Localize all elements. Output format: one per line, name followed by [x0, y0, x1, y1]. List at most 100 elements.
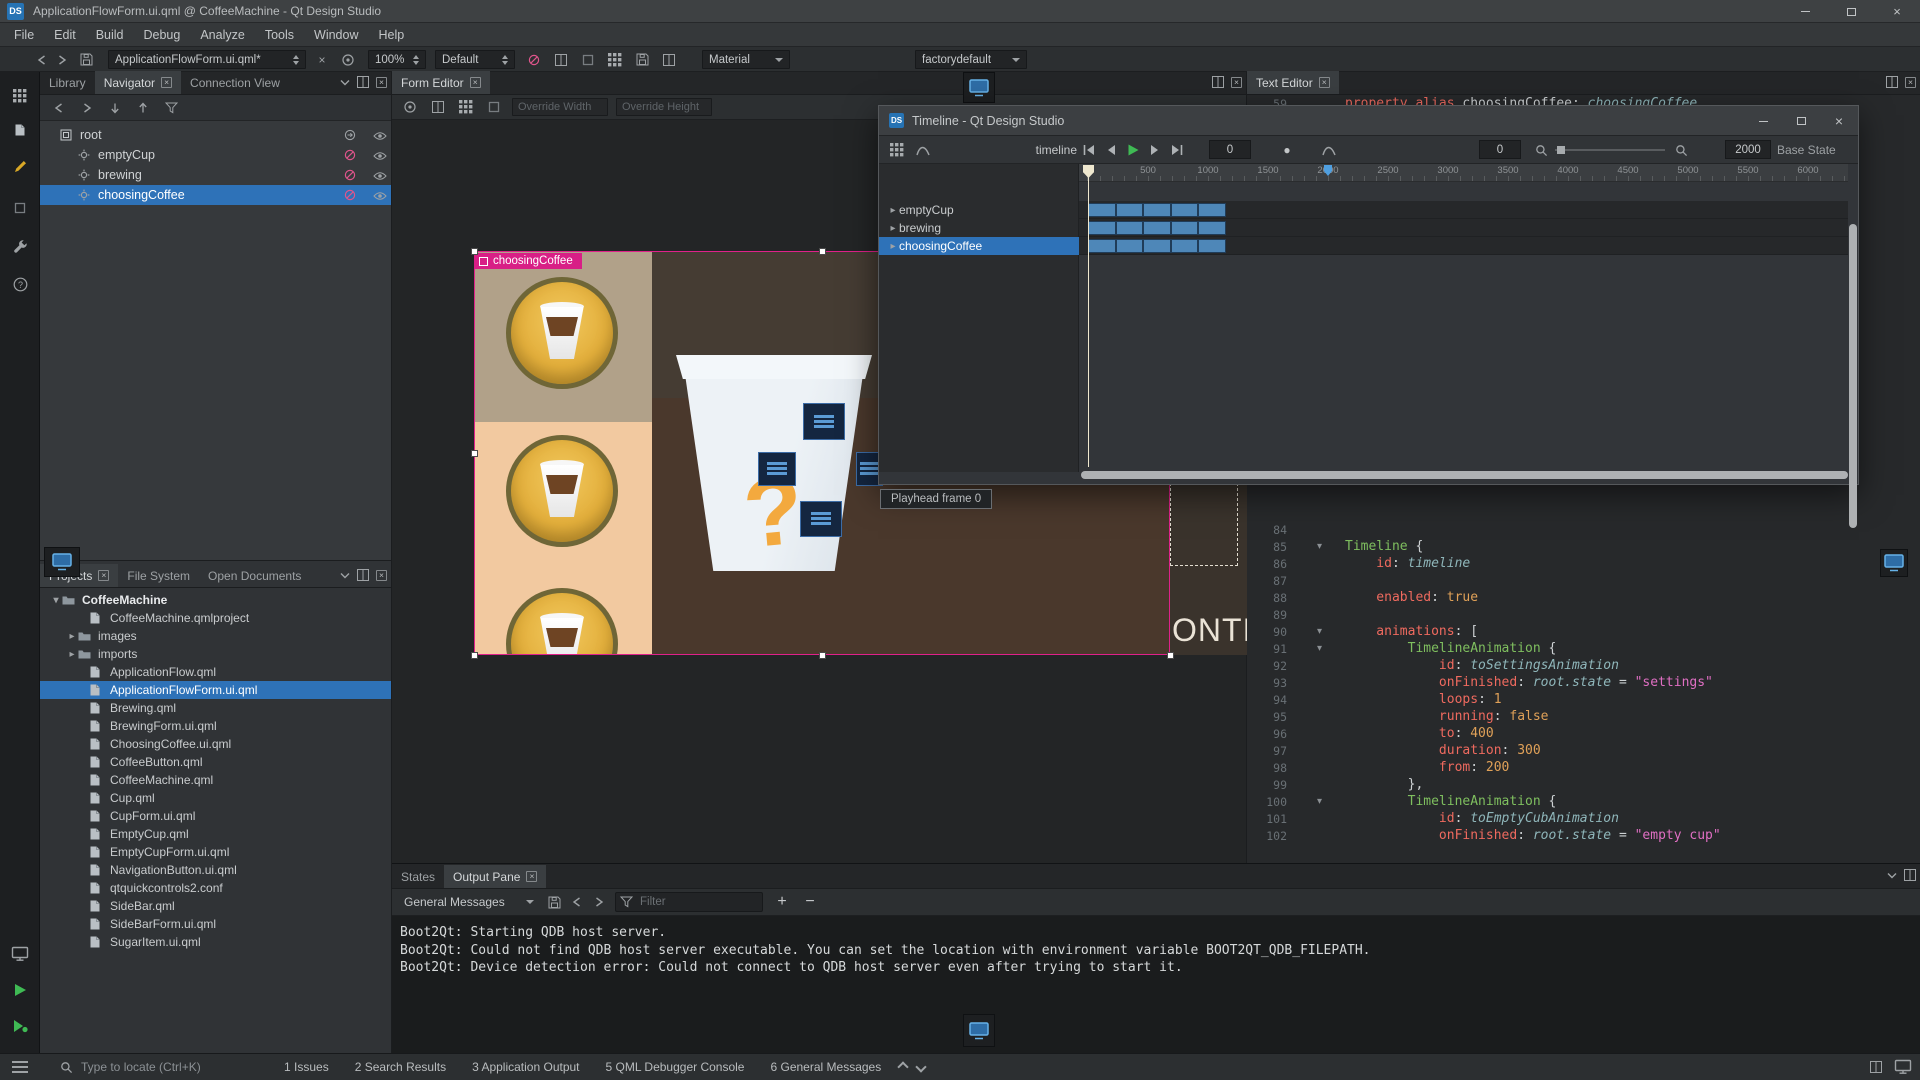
dock-indicator-bottom[interactable] — [963, 1014, 995, 1047]
eye-icon[interactable] — [373, 150, 387, 164]
zoom-in-icon[interactable] — [1671, 140, 1691, 160]
project-item-images[interactable]: ▸images — [40, 627, 391, 645]
chevron-right-icon[interactable]: ▸ — [887, 223, 899, 234]
menu-debug[interactable]: Debug — [134, 23, 191, 47]
close-button[interactable]: × — [1874, 0, 1920, 23]
tab-left-library[interactable]: Library — [40, 71, 95, 94]
status-button-3-application-output[interactable]: 3 Application Output — [472, 1060, 579, 1074]
skip-to-end-button[interactable] — [1167, 140, 1187, 160]
coffee-item-circle[interactable] — [506, 277, 618, 389]
run-button[interactable] — [0, 974, 40, 1006]
zoom-in-button[interactable]: + — [773, 893, 791, 911]
kit-selector-button[interactable] — [44, 547, 80, 577]
status-button-1-issues[interactable]: 1 Issues — [284, 1060, 329, 1074]
split-pane-icon[interactable] — [1212, 76, 1224, 88]
previous-frame-button[interactable] — [1101, 140, 1121, 160]
spinner-icon[interactable] — [293, 55, 299, 65]
keyframe-cell[interactable] — [1198, 221, 1226, 235]
maximize-pane-icon[interactable] — [1904, 869, 1916, 881]
project-item-emptycup-qml[interactable]: EmptyCup.qml — [40, 825, 391, 843]
dock-indicator-right[interactable] — [1880, 549, 1908, 577]
keyframe-cell[interactable] — [1171, 203, 1199, 217]
current-frame-field[interactable]: 0 — [1209, 140, 1251, 159]
filter-icon[interactable] — [162, 99, 180, 117]
tab-center-form-editor[interactable]: Form Editor× — [392, 71, 490, 94]
selection-handle[interactable] — [819, 652, 826, 659]
keyframe-cell[interactable] — [1088, 203, 1116, 217]
close-pane-icon[interactable]: × — [376, 77, 387, 88]
menu-tools[interactable]: Tools — [255, 23, 304, 47]
tab-projects-open-documents[interactable]: Open Documents — [199, 564, 310, 587]
debug-run-button[interactable] — [0, 1010, 40, 1042]
mode-design-icon[interactable] — [0, 114, 40, 146]
project-item-coffeemachine[interactable]: ▾CoffeeMachine — [40, 591, 391, 609]
style-selector[interactable]: Default — [435, 50, 515, 69]
menu-file[interactable]: File — [4, 23, 44, 47]
animation-curves-icon[interactable] — [913, 140, 933, 160]
move-down-icon[interactable] — [106, 99, 124, 117]
home-button[interactable] — [76, 50, 96, 69]
document-selector[interactable]: ApplicationFlowForm.ui.qml* — [108, 50, 306, 69]
navigator-item-choosingcoffee[interactable]: choosingCoffee — [40, 185, 391, 205]
close-tab-icon[interactable]: × — [98, 570, 109, 581]
snap-tool-button[interactable] — [456, 98, 476, 117]
chevron-down-icon[interactable]: ▾ — [50, 595, 62, 606]
coffee-item-circle[interactable] — [506, 435, 618, 547]
fold-arrow-icon[interactable]: ▾ — [1293, 643, 1345, 654]
save-log-icon[interactable] — [548, 896, 561, 909]
keyframe-cell[interactable] — [1198, 203, 1226, 217]
move-backward-icon[interactable] — [50, 99, 68, 117]
menu-help[interactable]: Help — [368, 23, 414, 47]
spinner-icon[interactable] — [502, 55, 508, 65]
end-frame-field[interactable]: 2000 — [1725, 140, 1771, 159]
next-output-icon[interactable] — [593, 897, 605, 907]
export-component-button[interactable] — [524, 50, 544, 69]
selection-handle[interactable] — [1167, 652, 1174, 659]
project-item-coffeemachine-qml[interactable]: CoffeeMachine.qml — [40, 771, 391, 789]
zoom-out-icon[interactable] — [1531, 140, 1551, 160]
minimize-button[interactable] — [1744, 106, 1782, 136]
timeline-titlebar[interactable]: DS Timeline - Qt Design Studio × — [879, 106, 1858, 136]
play-button[interactable] — [1123, 140, 1143, 160]
split-pane-icon[interactable] — [357, 569, 369, 581]
timeline-zoom-slider[interactable] — [1555, 149, 1665, 151]
close-tab-icon[interactable]: × — [1319, 77, 1330, 88]
panes-icon[interactable] — [1870, 1061, 1882, 1073]
keyframe-cell[interactable] — [1088, 239, 1116, 253]
horizontal-scrollbar[interactable] — [1081, 471, 1848, 479]
timeline-track-choosingcoffee[interactable]: ▸choosingCoffee — [879, 237, 1079, 255]
chevron-up-icon[interactable] — [898, 1061, 909, 1072]
previous-output-icon[interactable] — [571, 897, 583, 907]
console-output[interactable]: Boot2Qt: Starting QDB host server.Boot2Q… — [392, 916, 1920, 1053]
device-monitor-icon[interactable] — [0, 938, 40, 970]
timeline-track-brewing[interactable]: ▸brewing — [879, 219, 1079, 237]
menu-window[interactable]: Window — [304, 23, 368, 47]
timeline-ruler[interactable]: 5001000150020002500300035004000450050005… — [1079, 164, 1848, 182]
project-item-sugaritem-ui-qml[interactable]: SugarItem.ui.qml — [40, 933, 391, 951]
move-up-icon[interactable] — [134, 99, 152, 117]
selection-handle[interactable] — [819, 248, 826, 255]
tab-projects-file-system[interactable]: File System — [118, 564, 199, 587]
close-tab-icon[interactable]: × — [161, 77, 172, 88]
mode-debug-icon[interactable] — [0, 192, 40, 224]
keyframe-cell[interactable] — [1171, 221, 1199, 235]
maximize-button[interactable] — [1782, 106, 1820, 136]
close-document-button[interactable]: × — [312, 50, 332, 69]
timeline-window[interactable]: DS Timeline - Qt Design Studio × timelin… — [878, 105, 1859, 485]
minimize-pane-icon[interactable] — [1887, 872, 1897, 879]
menu-edit[interactable]: Edit — [44, 23, 86, 47]
status-button-2-search-results[interactable]: 2 Search Results — [355, 1060, 446, 1074]
pane-menu-icon[interactable] — [340, 79, 350, 86]
help-icon[interactable]: ? — [0, 268, 40, 300]
toolbar-action-4-button[interactable] — [632, 50, 652, 69]
keyframe-bar[interactable] — [1088, 239, 1226, 253]
locator[interactable]: Type to locate (Ctrl+K) — [60, 1060, 270, 1074]
timeline-track-emptycup[interactable]: ▸emptyCup — [879, 201, 1079, 219]
timeline-track-viewport[interactable]: 5001000150020002500300035004000450050005… — [1079, 164, 1848, 472]
chevron-right-icon[interactable]: ▸ — [66, 631, 78, 642]
export-icon[interactable] — [344, 129, 356, 144]
keyframe-cell[interactable] — [1143, 239, 1171, 253]
overlay-thumbnail[interactable] — [800, 501, 842, 537]
run-target-icon[interactable] — [338, 50, 358, 69]
keyframe-cell[interactable] — [1116, 203, 1144, 217]
